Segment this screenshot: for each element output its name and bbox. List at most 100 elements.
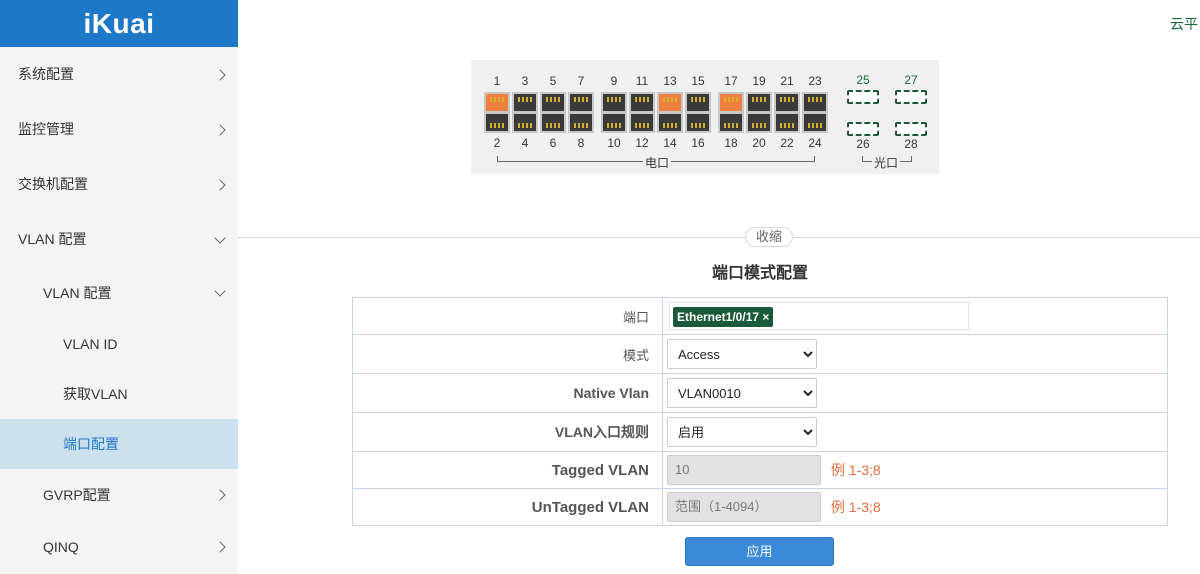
apply-button[interactable]: 应用 (685, 537, 834, 566)
ethernet-port-11[interactable] (629, 92, 655, 113)
ethernet-port-10[interactable] (601, 112, 627, 133)
port-tag[interactable]: Ethernet1/0/17 × (673, 307, 774, 327)
sidebar-item-label: VLAN 配置 (43, 285, 112, 301)
mode-label: 模式 (352, 334, 663, 374)
port-number: 16 (691, 136, 705, 150)
ethernet-port-16[interactable] (685, 112, 711, 133)
sidebar-subitem-qinq[interactable]: QINQ (0, 521, 238, 573)
divider (238, 237, 1200, 238)
sfp-port-number: 27 (904, 73, 918, 87)
port-number: 24 (808, 136, 822, 150)
ethernet-port-15[interactable] (685, 92, 711, 113)
ethernet-port-22[interactable] (774, 112, 800, 133)
sfp-port-28[interactable] (895, 122, 927, 136)
form-row-untagged: UnTagged VLAN 范围（1-4094） 例 1-3;8 (352, 488, 1168, 526)
sidebar-item-label: GVRP配置 (43, 487, 111, 503)
port-number: 2 (493, 136, 501, 150)
port-number: 21 (780, 74, 794, 88)
ethernet-port-8[interactable] (568, 112, 594, 133)
sfp-port-number: 25 (856, 73, 870, 87)
ethernet-port-14[interactable] (657, 112, 683, 133)
ethernet-port-23[interactable] (802, 92, 828, 113)
untagged-vlan-label: UnTagged VLAN (352, 488, 663, 526)
sidebar-subitem-get-vlan[interactable]: 获取VLAN (0, 369, 238, 419)
form-row-port: 端口 Ethernet1/0/17 × (352, 297, 1168, 335)
ethernet-port-2[interactable] (484, 112, 510, 133)
collapse-button[interactable]: 收缩 (745, 227, 794, 247)
chevron-down-icon (214, 231, 226, 244)
sfp-port-26[interactable] (847, 122, 879, 136)
form-row-ingress: VLAN入口规则 启用 (352, 412, 1168, 452)
cloud-platform-link[interactable]: 云平 (1170, 14, 1198, 34)
sfp-port-number: 26 (856, 137, 870, 151)
port-number: 9 (610, 74, 618, 88)
sfp-port-27[interactable] (895, 90, 927, 104)
port-number: 6 (549, 136, 557, 150)
sidebar-item-monitor[interactable]: 监控管理 (0, 102, 238, 157)
port-number: 13 (663, 74, 677, 88)
sidebar-item-label: 监控管理 (18, 121, 74, 137)
sidebar-item-label: 获取VLAN (63, 386, 128, 402)
ethernet-port-24[interactable] (802, 112, 828, 133)
untagged-vlan-input[interactable]: 范围（1-4094） (667, 492, 821, 522)
sidebar-item-label: 交换机配置 (18, 176, 88, 192)
port-mode-form: 端口 Ethernet1/0/17 × 模式 Access Native Vla… (352, 297, 1168, 526)
chevron-right-icon (214, 68, 226, 81)
chevron-right-icon (214, 489, 226, 501)
electric-port-label: 电口 (643, 154, 672, 171)
ethernet-port-20[interactable] (746, 112, 772, 133)
form-title: 端口模式配置 (712, 265, 809, 282)
sidebar-subitem-vlan-config[interactable]: VLAN 配置 (0, 267, 238, 319)
port-number: 11 (635, 74, 649, 88)
port-number: 1 (493, 74, 501, 88)
ethernet-port-13[interactable] (657, 92, 683, 113)
ethernet-port-17[interactable] (718, 92, 744, 113)
tagged-vlan-label: Tagged VLAN (352, 451, 663, 489)
chevron-right-icon (214, 178, 226, 191)
port-number: 10 (607, 136, 621, 150)
port-label: 端口 (352, 297, 663, 335)
port-select-input[interactable]: Ethernet1/0/17 × (669, 302, 969, 330)
port-number: 4 (521, 136, 529, 150)
port-number: 5 (549, 74, 557, 88)
ethernet-port-5[interactable] (540, 92, 566, 113)
ingress-rule-select[interactable]: 启用 (667, 417, 817, 447)
ethernet-port-21[interactable] (774, 92, 800, 113)
optical-port-label: 光口 (872, 154, 901, 171)
ethernet-port-9[interactable] (601, 92, 627, 113)
port-number: 20 (752, 136, 766, 150)
mode-select[interactable]: Access (667, 339, 817, 369)
port-number: 15 (691, 74, 705, 88)
port-number: 8 (577, 136, 585, 150)
ethernet-port-4[interactable] (512, 112, 538, 133)
sidebar: iKuai 系统配置 监控管理 交换机配置 VLAN 配置 VLAN 配置 VL… (0, 0, 238, 574)
chevron-down-icon (214, 285, 226, 297)
chevron-right-icon (214, 541, 226, 553)
sidebar-subitem-gvrp[interactable]: GVRP配置 (0, 469, 238, 521)
ethernet-port-18[interactable] (718, 112, 744, 133)
sidebar-item-label: 系统配置 (18, 66, 74, 82)
port-number: 18 (724, 136, 738, 150)
tagged-vlan-input[interactable]: 10 (667, 455, 821, 485)
sidebar-item-label: QINQ (43, 539, 79, 555)
ingress-rule-label: VLAN入口规则 (352, 412, 663, 452)
sidebar-item-switch-config[interactable]: 交换机配置 (0, 157, 238, 212)
sidebar-subitem-vlan-id[interactable]: VLAN ID (0, 319, 238, 369)
ethernet-port-7[interactable] (568, 92, 594, 113)
form-row-mode: 模式 Access (352, 334, 1168, 374)
ethernet-port-3[interactable] (512, 92, 538, 113)
ethernet-port-6[interactable] (540, 112, 566, 133)
ethernet-port-1[interactable] (484, 92, 510, 113)
native-vlan-select[interactable]: VLAN0010 (667, 378, 817, 408)
ikuai-logo: iKuai (0, 0, 238, 47)
sfp-port-25[interactable] (847, 90, 879, 104)
port-number: 22 (780, 136, 794, 150)
sidebar-item-label: VLAN 配置 (18, 231, 87, 247)
form-row-native-vlan: Native Vlan VLAN0010 (352, 373, 1168, 413)
sfp-port-number: 28 (904, 137, 918, 151)
ethernet-port-19[interactable] (746, 92, 772, 113)
sidebar-item-system-config[interactable]: 系统配置 (0, 47, 238, 102)
sidebar-subitem-port-config[interactable]: 端口配置 (0, 419, 238, 469)
ethernet-port-12[interactable] (629, 112, 655, 133)
sidebar-item-vlan-config[interactable]: VLAN 配置 (0, 212, 238, 267)
